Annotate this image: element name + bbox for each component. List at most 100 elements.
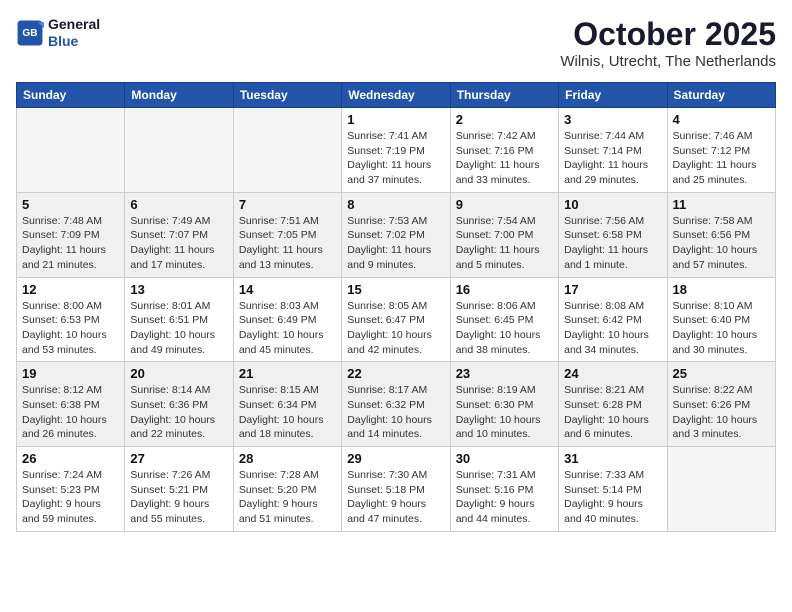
day-number: 4 [673, 112, 770, 127]
location: Wilnis, Utrecht, The Netherlands [560, 53, 776, 70]
day-info: Sunrise: 8:03 AM Sunset: 6:49 PM Dayligh… [239, 299, 336, 358]
calendar-cell: 28 Sunrise: 7:28 AM Sunset: 5:20 PM Dayli… [233, 447, 341, 532]
day-number: 30 [456, 451, 553, 466]
day-info: Sunrise: 7:30 AM Sunset: 5:18 PM Dayligh… [347, 468, 444, 527]
calendar-cell: 26 Sunrise: 7:24 AM Sunset: 5:23 PM Dayli… [17, 447, 125, 532]
calendar-cell: 20 Sunrise: 8:14 AM Sunset: 6:36 PM Dayli… [125, 362, 233, 447]
day-info: Sunrise: 8:15 AM Sunset: 6:34 PM Dayligh… [239, 383, 336, 442]
day-info: Sunrise: 7:28 AM Sunset: 5:20 PM Dayligh… [239, 468, 336, 527]
calendar-cell: 17 Sunrise: 8:08 AM Sunset: 6:42 PM Dayli… [559, 277, 667, 362]
day-number: 15 [347, 282, 444, 297]
day-info: Sunrise: 7:54 AM Sunset: 7:00 PM Dayligh… [456, 214, 553, 273]
day-info: Sunrise: 8:06 AM Sunset: 6:45 PM Dayligh… [456, 299, 553, 358]
day-number: 5 [22, 197, 119, 212]
day-number: 1 [347, 112, 444, 127]
calendar-cell: 31 Sunrise: 7:33 AM Sunset: 5:14 PM Dayli… [559, 447, 667, 532]
day-number: 14 [239, 282, 336, 297]
calendar-cell: 23Sunrise: 8:19 AM Sunset: 6:30 PM Dayli… [450, 362, 558, 447]
page-header: GB General Blue October 2025 Wilnis, Utr… [16, 16, 776, 70]
calendar-cell: 9 Sunrise: 7:54 AM Sunset: 7:00 PM Daylig… [450, 192, 558, 277]
calendar-cell: 4 Sunrise: 7:46 AM Sunset: 7:12 PM Daylig… [667, 108, 775, 193]
day-info: Sunrise: 8:08 AM Sunset: 6:42 PM Dayligh… [564, 299, 661, 358]
day-number: 23 [456, 366, 553, 381]
day-info: Sunrise: 7:24 AM Sunset: 5:23 PM Dayligh… [22, 468, 119, 527]
day-info: Sunrise: 7:33 AM Sunset: 5:14 PM Dayligh… [564, 468, 661, 527]
calendar-cell: 29Sunrise: 7:30 AM Sunset: 5:18 PM Dayli… [342, 447, 450, 532]
day-info: Sunrise: 7:44 AM Sunset: 7:14 PM Dayligh… [564, 129, 661, 188]
calendar-cell: 1 Sunrise: 7:41 AM Sunset: 7:19 PM Daylig… [342, 108, 450, 193]
day-number: 26 [22, 451, 119, 466]
weekday-header-saturday: Saturday [667, 83, 775, 108]
day-info: Sunrise: 7:41 AM Sunset: 7:19 PM Dayligh… [347, 129, 444, 188]
calendar-cell: 5Sunrise: 7:48 AM Sunset: 7:09 PM Daylig… [17, 192, 125, 277]
day-info: Sunrise: 7:53 AM Sunset: 7:02 PM Dayligh… [347, 214, 444, 273]
weekday-header-thursday: Thursday [450, 83, 558, 108]
calendar-cell: 25 Sunrise: 8:22 AM Sunset: 6:26 PM Dayli… [667, 362, 775, 447]
calendar-cell: 7Sunrise: 7:51 AM Sunset: 7:05 PM Daylig… [233, 192, 341, 277]
day-number: 25 [673, 366, 770, 381]
weekday-header-tuesday: Tuesday [233, 83, 341, 108]
weekday-header-row: SundayMondayTuesdayWednesdayThursdayFrid… [17, 83, 776, 108]
calendar-cell: 12 Sunrise: 8:00 AM Sunset: 6:53 PM Dayli… [17, 277, 125, 362]
day-number: 31 [564, 451, 661, 466]
calendar-cell: 8Sunrise: 7:53 AM Sunset: 7:02 PM Daylig… [342, 192, 450, 277]
calendar-cell: 22 Sunrise: 8:17 AM Sunset: 6:32 PM Dayli… [342, 362, 450, 447]
logo-text: General Blue [48, 16, 100, 50]
day-number: 21 [239, 366, 336, 381]
calendar-cell: 24Sunrise: 8:21 AM Sunset: 6:28 PM Dayli… [559, 362, 667, 447]
calendar-cell: 18Sunrise: 8:10 AM Sunset: 6:40 PM Dayli… [667, 277, 775, 362]
day-info: Sunrise: 8:21 AM Sunset: 6:28 PM Dayligh… [564, 383, 661, 442]
calendar-cell: 30 Sunrise: 7:31 AM Sunset: 5:16 PM Dayli… [450, 447, 558, 532]
day-number: 28 [239, 451, 336, 466]
calendar-cell [667, 447, 775, 532]
day-number: 9 [456, 197, 553, 212]
calendar-cell: 3 Sunrise: 7:44 AM Sunset: 7:14 PM Daylig… [559, 108, 667, 193]
day-info: Sunrise: 7:31 AM Sunset: 5:16 PM Dayligh… [456, 468, 553, 527]
day-number: 22 [347, 366, 444, 381]
weekday-header-sunday: Sunday [17, 83, 125, 108]
weekday-header-monday: Monday [125, 83, 233, 108]
day-info: Sunrise: 8:14 AM Sunset: 6:36 PM Dayligh… [130, 383, 227, 442]
calendar-cell: 16 Sunrise: 8:06 AM Sunset: 6:45 PM Dayli… [450, 277, 558, 362]
day-number: 12 [22, 282, 119, 297]
svg-text:GB: GB [22, 28, 37, 39]
day-number: 17 [564, 282, 661, 297]
day-number: 10 [564, 197, 661, 212]
day-info: Sunrise: 8:22 AM Sunset: 6:26 PM Dayligh… [673, 383, 770, 442]
calendar-cell: 10Sunrise: 7:56 AM Sunset: 6:58 PM Dayli… [559, 192, 667, 277]
weekday-header-wednesday: Wednesday [342, 83, 450, 108]
calendar-cell: 14 Sunrise: 8:03 AM Sunset: 6:49 PM Dayli… [233, 277, 341, 362]
day-info: Sunrise: 7:26 AM Sunset: 5:21 PM Dayligh… [130, 468, 227, 527]
day-number: 6 [130, 197, 227, 212]
calendar-cell: 21 Sunrise: 8:15 AM Sunset: 6:34 PM Dayli… [233, 362, 341, 447]
day-number: 13 [130, 282, 227, 297]
calendar-cell [233, 108, 341, 193]
calendar-cell: 15 Sunrise: 8:05 AM Sunset: 6:47 PM Dayli… [342, 277, 450, 362]
day-info: Sunrise: 7:49 AM Sunset: 7:07 PM Dayligh… [130, 214, 227, 273]
day-number: 3 [564, 112, 661, 127]
calendar-week-3: 12 Sunrise: 8:00 AM Sunset: 6:53 PM Dayli… [17, 277, 776, 362]
calendar-cell: 11Sunrise: 7:58 AM Sunset: 6:56 PM Dayli… [667, 192, 775, 277]
month-title: October 2025 [560, 16, 776, 53]
day-info: Sunrise: 8:17 AM Sunset: 6:32 PM Dayligh… [347, 383, 444, 442]
calendar-cell [125, 108, 233, 193]
day-number: 19 [22, 366, 119, 381]
day-number: 7 [239, 197, 336, 212]
day-info: Sunrise: 7:42 AM Sunset: 7:16 PM Dayligh… [456, 129, 553, 188]
day-info: Sunrise: 8:12 AM Sunset: 6:38 PM Dayligh… [22, 383, 119, 442]
day-number: 16 [456, 282, 553, 297]
day-info: Sunrise: 7:58 AM Sunset: 6:56 PM Dayligh… [673, 214, 770, 273]
calendar-cell: 13 Sunrise: 8:01 AM Sunset: 6:51 PM Dayli… [125, 277, 233, 362]
day-number: 2 [456, 112, 553, 127]
calendar-cell [17, 108, 125, 193]
day-info: Sunrise: 8:10 AM Sunset: 6:40 PM Dayligh… [673, 299, 770, 358]
day-info: Sunrise: 7:46 AM Sunset: 7:12 PM Dayligh… [673, 129, 770, 188]
day-info: Sunrise: 8:00 AM Sunset: 6:53 PM Dayligh… [22, 299, 119, 358]
calendar-week-4: 19 Sunrise: 8:12 AM Sunset: 6:38 PM Dayli… [17, 362, 776, 447]
day-info: Sunrise: 8:05 AM Sunset: 6:47 PM Dayligh… [347, 299, 444, 358]
calendar-cell: 6 Sunrise: 7:49 AM Sunset: 7:07 PM Daylig… [125, 192, 233, 277]
calendar-cell: 27Sunrise: 7:26 AM Sunset: 5:21 PM Dayli… [125, 447, 233, 532]
day-info: Sunrise: 8:01 AM Sunset: 6:51 PM Dayligh… [130, 299, 227, 358]
calendar-week-2: 5Sunrise: 7:48 AM Sunset: 7:09 PM Daylig… [17, 192, 776, 277]
day-number: 20 [130, 366, 227, 381]
